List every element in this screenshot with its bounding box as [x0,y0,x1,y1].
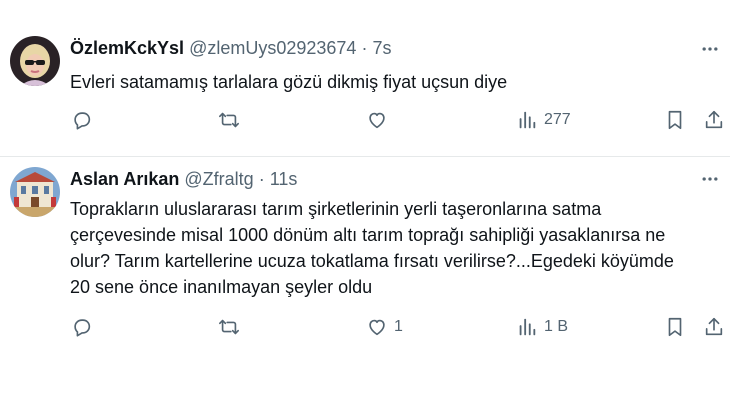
tweet-text-line: çerçevesinde misal 1000 dönüm altı tarım… [70,225,666,245]
action-bar: 277 [0,106,730,134]
tweet-text-line: 20 sene önce inanılmayan şeyler oldu [70,277,373,297]
repost-icon [218,316,240,338]
more-icon[interactable] [698,167,722,191]
bookmark-icon [664,109,686,131]
bookmark-button[interactable] [664,106,686,134]
like-button[interactable]: 1 [366,313,403,341]
views-count: 277 [544,111,571,128]
more-icon[interactable] [698,37,722,61]
tweet-header: ÖzlemKckYsl @zlemUys02923674 · 7s [70,36,392,60]
views-button[interactable]: 277 [516,106,571,134]
like-button[interactable] [366,106,394,134]
share-button[interactable] [703,313,725,341]
share-icon [703,316,725,338]
bookmark-button[interactable] [664,313,686,341]
tweet-text: Evleri satamamış tarlalara gözü dikmiş f… [70,69,720,95]
tweet-text-line: olur? Tarım kartellerine ucuza tokatlama… [70,251,674,271]
separator-dot: · [361,38,368,58]
handle[interactable]: @zlemUys02923674 [189,38,356,58]
share-button[interactable] [703,106,725,134]
reply-icon [71,316,93,338]
repost-icon [218,109,240,131]
tweet[interactable]: ÖzlemKckYsl @zlemUys02923674 · 7s Evleri… [0,0,730,157]
heart-icon [366,109,388,131]
like-count: 1 [394,318,403,335]
bookmark-icon [664,316,686,338]
handle[interactable]: @Zfraltg [184,169,253,189]
timestamp[interactable]: 7s [372,38,391,58]
tweet[interactable]: Aslan Arıkan @Zfraltg · 11s Toprakların … [0,157,730,357]
tweet-text: Toprakların uluslararası tarım şirketler… [70,196,720,300]
separator-dot: · [258,169,265,189]
timestamp[interactable]: 11s [270,169,298,189]
views-bar-chart-icon [516,316,538,338]
views-bar-chart-icon [516,109,538,131]
avatar[interactable] [10,36,60,86]
reply-icon [71,109,93,131]
reply-button[interactable] [71,313,99,341]
views-count: 1 B [544,318,569,335]
repost-button[interactable] [218,313,246,341]
heart-icon [366,316,388,338]
reply-button[interactable] [71,106,99,134]
tweet-text-line: Toprakların uluslararası tarım şirketler… [70,199,602,219]
tweet-header: Aslan Arıkan @Zfraltg · 11s [70,167,297,191]
display-name[interactable]: ÖzlemKckYsl [70,38,184,58]
repost-button[interactable] [218,106,246,134]
avatar[interactable] [10,167,60,217]
views-button[interactable]: 1 B [516,313,568,341]
action-bar: 1 1 B [0,313,730,341]
share-icon [703,109,725,131]
display-name[interactable]: Aslan Arıkan [70,169,179,189]
tweet-text-line: Evleri satamamış tarlalara gözü dikmiş f… [70,72,508,92]
